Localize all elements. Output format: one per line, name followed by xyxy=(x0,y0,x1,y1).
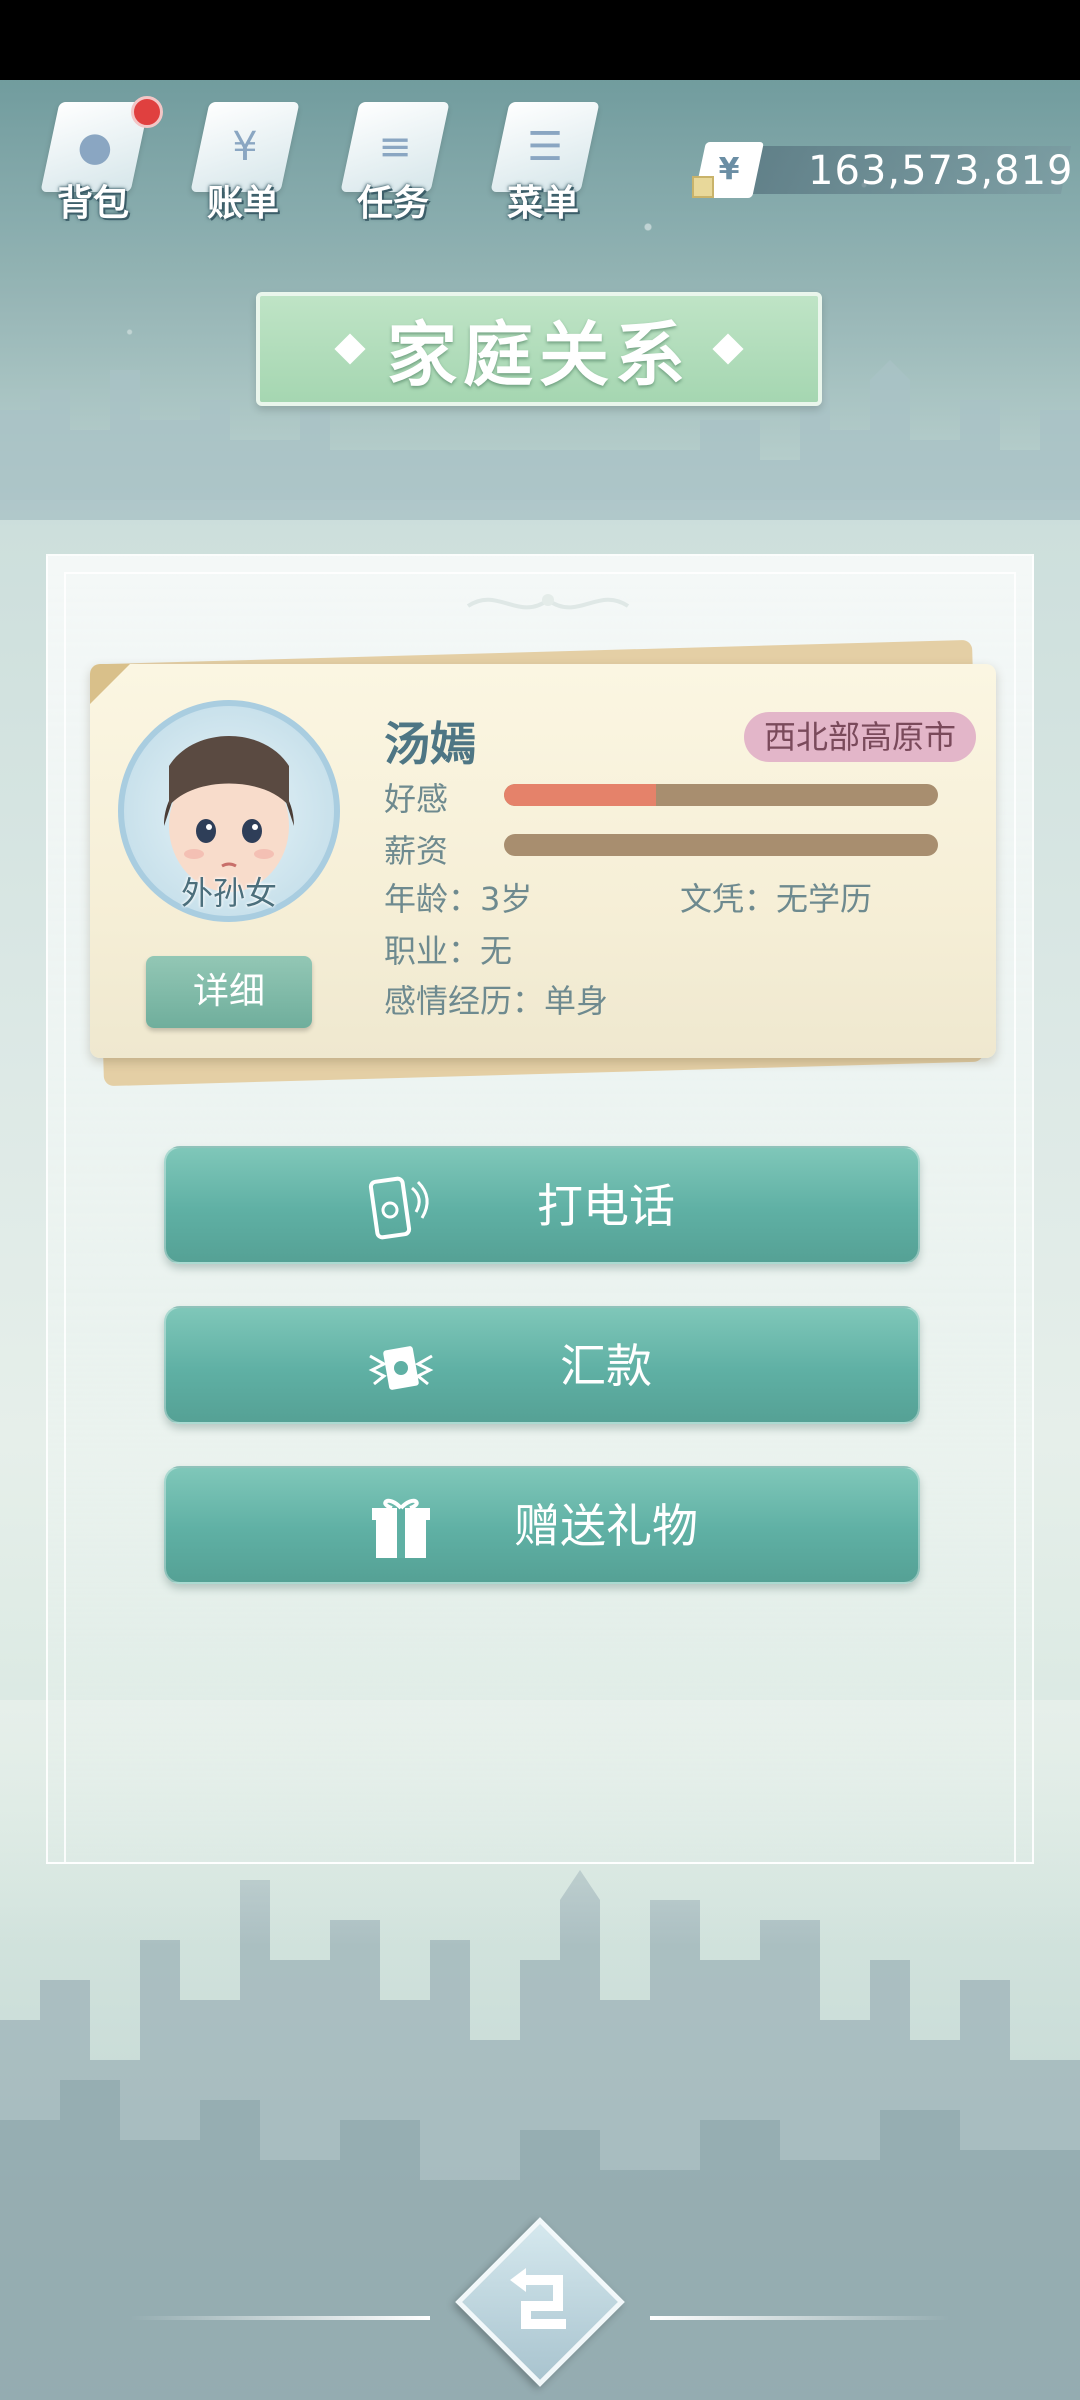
nav-task-label: 任务 xyxy=(356,183,429,224)
nav-bag-label: 背包 xyxy=(56,183,129,224)
region-badge: 西北部高原市 xyxy=(744,712,976,762)
remit-button-label: 汇款 xyxy=(560,1339,652,1393)
diamond-left-icon xyxy=(334,333,366,365)
back-arrow-icon xyxy=(510,2268,566,2329)
coin-icon xyxy=(692,176,714,198)
remit-button[interactable]: 汇款 xyxy=(164,1306,920,1424)
ornament-icon xyxy=(466,594,630,610)
gift-button[interactable]: 赠送礼物 xyxy=(164,1466,920,1584)
deco-line-right xyxy=(650,2316,950,2320)
education-info: 文凭：无学历 xyxy=(680,880,873,918)
nav-bill-label: 账单 xyxy=(206,183,279,224)
money-display: ¥ 163,573,819 xyxy=(692,142,1072,198)
call-button[interactable]: 打电话 xyxy=(164,1146,920,1264)
nav-bag[interactable]: ● 背包 xyxy=(28,92,163,232)
status-bar xyxy=(0,0,1080,80)
deco-line-left xyxy=(130,2316,430,2320)
favor-label: 好感 xyxy=(384,780,449,818)
salary-label: 薪资 xyxy=(384,832,449,870)
notification-badge xyxy=(131,96,163,128)
nav-menu-label: 菜单 xyxy=(506,183,579,224)
salary-bar xyxy=(504,834,938,856)
job-info: 职业：无 xyxy=(384,932,513,970)
gift-button-label: 赠送礼物 xyxy=(514,1499,698,1553)
money-amount: 163,573,819 xyxy=(808,148,1074,194)
nav-task[interactable]: ≡ 任务 xyxy=(328,92,458,232)
detail-button[interactable]: 详细 xyxy=(146,956,312,1028)
age-info: 年龄：3岁 xyxy=(384,880,533,918)
diamond-right-icon xyxy=(712,333,744,365)
relationship-info: 感情经历：单身 xyxy=(384,982,609,1020)
nav-menu[interactable]: ☰ 菜单 xyxy=(478,92,608,232)
back-button[interactable] xyxy=(455,2217,625,2387)
page-title-banner: 家庭关系 xyxy=(256,292,822,406)
relation-label: 外孙女 xyxy=(180,874,277,912)
profile-name: 汤嫣 xyxy=(384,717,476,771)
nav-bill[interactable]: ¥ 账单 xyxy=(178,92,308,232)
page-title: 家庭关系 xyxy=(387,313,691,396)
favor-bar xyxy=(504,784,938,806)
favor-bar-fill xyxy=(504,784,656,806)
call-button-label: 打电话 xyxy=(537,1179,675,1233)
